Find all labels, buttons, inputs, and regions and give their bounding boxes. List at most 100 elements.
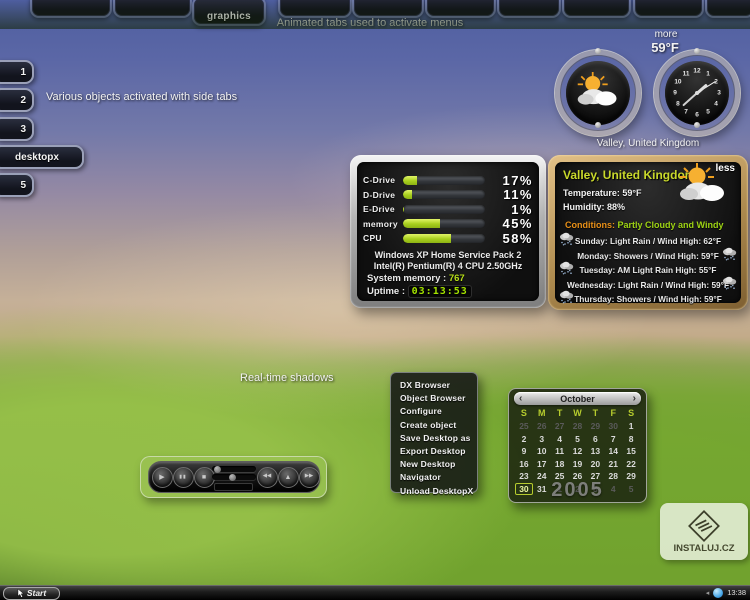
- calendar-day[interactable]: 6: [586, 433, 604, 445]
- meter-bar: [403, 233, 485, 243]
- system-memory-value: 767: [448, 273, 465, 284]
- play-button[interactable]: ▶: [151, 466, 173, 488]
- menu-item-navigator[interactable]: Navigator: [400, 471, 477, 484]
- menu-item-save-desktop-as[interactable]: Save Desktop as: [400, 432, 477, 445]
- calendar-day[interactable]: 11: [551, 445, 569, 457]
- meter-value: 45%: [502, 216, 533, 232]
- weather-orb[interactable]: [566, 61, 630, 125]
- meter-label: C-Drive: [363, 175, 396, 186]
- uptime-label: Uptime :: [367, 286, 405, 297]
- analog-clock[interactable]: 12 1 2 3 4 5 6 7 8 9 10 11: [665, 61, 729, 125]
- calendar-day[interactable]: 4: [551, 433, 569, 445]
- fast-forward-button[interactable]: ▶▶: [298, 466, 320, 488]
- meter-bar: [403, 175, 485, 185]
- shadows-annotation: Real-time shadows: [240, 372, 334, 384]
- calendar-day[interactable]: 17: [533, 458, 551, 470]
- installuj-logo-icon: [688, 509, 720, 542]
- menu-item-create-object[interactable]: Create object: [400, 419, 477, 432]
- sun-cloud-icon: [677, 163, 729, 210]
- meter-label: E-Drive: [363, 204, 395, 215]
- calendar-day[interactable]: 20: [586, 458, 604, 470]
- side-tab-2[interactable]: 2: [0, 88, 34, 112]
- menu-item-dx-browser[interactable]: DX Browser: [400, 379, 477, 392]
- calendar-day[interactable]: 7: [604, 433, 622, 445]
- forecast-temperature: Temperature: 59°F: [563, 188, 642, 198]
- conditions-label: Conditions:: [565, 220, 615, 230]
- clock-number: 9: [673, 89, 677, 97]
- side-tab-desktopx[interactable]: desktopx: [0, 145, 84, 169]
- calendar-day[interactable]: 29: [586, 420, 604, 432]
- calendar-day[interactable]: 2: [515, 433, 533, 445]
- side-tab-label: desktopx: [15, 151, 59, 163]
- desktop: graphics Animated tabs used to activate …: [0, 0, 750, 600]
- orb-knob: [694, 48, 700, 54]
- side-tab-1[interactable]: 1: [0, 60, 34, 84]
- meter-label: D-Drive: [363, 189, 396, 200]
- forecast-day-text: Sunday: Light Rain / Wind High: 62°F: [574, 236, 722, 246]
- rain-cloud-icon: [558, 260, 575, 280]
- calendar-day[interactable]: 5: [569, 433, 587, 445]
- side-tab-5[interactable]: 5: [0, 173, 34, 197]
- calendar-day[interactable]: 12: [569, 445, 587, 457]
- meter-row-cpu: CPU 58%: [357, 231, 539, 246]
- calendar-widget[interactable]: ‹ October › SMTWTFS 25 26 27 28 29 30 1 2 3 4 5 6 7 8…: [508, 388, 647, 503]
- watermark-text: INSTALUJ.CZ: [673, 542, 735, 554]
- weather-location-label: Valley, United Kingdom: [596, 138, 700, 149]
- calendar-day[interactable]: 19: [569, 458, 587, 470]
- calendar-day[interactable]: 25: [515, 420, 533, 432]
- menu-item-unload-desktopx[interactable]: Unload DesktopX: [400, 485, 477, 498]
- eject-button[interactable]: ▲: [277, 466, 299, 488]
- player-volume-knob[interactable]: [229, 473, 236, 481]
- calendar-day[interactable]: 1: [622, 420, 640, 432]
- calendar-day[interactable]: 10: [533, 445, 551, 457]
- weather-more-link[interactable]: more: [645, 29, 687, 40]
- calendar-day[interactable]: 3: [533, 433, 551, 445]
- conditions-value: Partly Cloudy and Windy: [617, 220, 724, 230]
- weather-forecast-widget[interactable]: less Valley, United Kingdom Temperature:…: [548, 155, 748, 310]
- forecast-day-row: Wednesday: Light Rain / Wind High: 59°F: [555, 276, 741, 293]
- calendar-day[interactable]: 8: [622, 433, 640, 445]
- rewind-button[interactable]: ◀◀: [256, 466, 278, 488]
- calendar-day[interactable]: 9: [515, 445, 533, 457]
- menu-item-new-desktop[interactable]: New Desktop: [400, 458, 477, 471]
- side-tab-label: 3: [20, 123, 26, 135]
- calendar-day[interactable]: 21: [604, 458, 622, 470]
- calendar-next-arrow[interactable]: ›: [633, 392, 636, 405]
- meter-label: CPU: [363, 233, 382, 244]
- calendar-day[interactable]: 27: [551, 420, 569, 432]
- system-monitor-widget[interactable]: C-Drive 17% D-Drive 11% E-Drive 1% memory 45% CP…: [350, 155, 546, 308]
- side-tab-label: 2: [20, 94, 26, 106]
- system-tray: ◂ 13:38: [706, 585, 746, 600]
- menu-item-object-browser[interactable]: Object Browser: [400, 392, 477, 405]
- player-slider-knob[interactable]: [214, 465, 221, 473]
- calendar-day[interactable]: 15: [622, 445, 640, 457]
- calendar-day[interactable]: 14: [604, 445, 622, 457]
- forecast-location: Valley, United Kingdom: [563, 168, 696, 182]
- calendar-day[interactable]: 28: [569, 420, 587, 432]
- calendar-prev-arrow[interactable]: ‹: [519, 392, 522, 405]
- messenger-tray-icon[interactable]: [713, 587, 724, 598]
- forecast-day-text: Wednesday: Light Rain / Wind High: 59°F: [566, 280, 730, 290]
- grass-edge: [0, 0, 750, 29]
- clock-number: 4: [714, 100, 718, 108]
- calendar-day[interactable]: 30: [604, 420, 622, 432]
- menu-item-export-desktop[interactable]: Export Desktop: [400, 445, 477, 458]
- meter-value: 11%: [503, 187, 533, 203]
- side-tab-3[interactable]: 3: [0, 117, 34, 141]
- calendar-day[interactable]: 26: [533, 420, 551, 432]
- pause-icon: ▮▮: [179, 473, 187, 480]
- start-button[interactable]: Start: [3, 586, 60, 600]
- menu-item-configure[interactable]: Configure: [400, 405, 477, 418]
- calendar-day[interactable]: 18: [551, 458, 569, 470]
- clock-number: 1: [706, 70, 710, 78]
- calendar-day-header: T: [556, 408, 563, 418]
- start-label: Start: [26, 588, 47, 598]
- side-tabs-annotation: Various objects activated with side tabs: [46, 91, 238, 103]
- system-monitor-panel: C-Drive 17% D-Drive 11% E-Drive 1% memory 45% CP…: [357, 162, 539, 301]
- calendar-day[interactable]: 13: [586, 445, 604, 457]
- pause-button[interactable]: ▮▮: [172, 466, 194, 488]
- clock-number: 11: [682, 70, 690, 78]
- calendar-day[interactable]: 16: [515, 458, 533, 470]
- calendar-day[interactable]: 22: [622, 458, 640, 470]
- tray-collapse-arrow[interactable]: ◂: [706, 589, 710, 597]
